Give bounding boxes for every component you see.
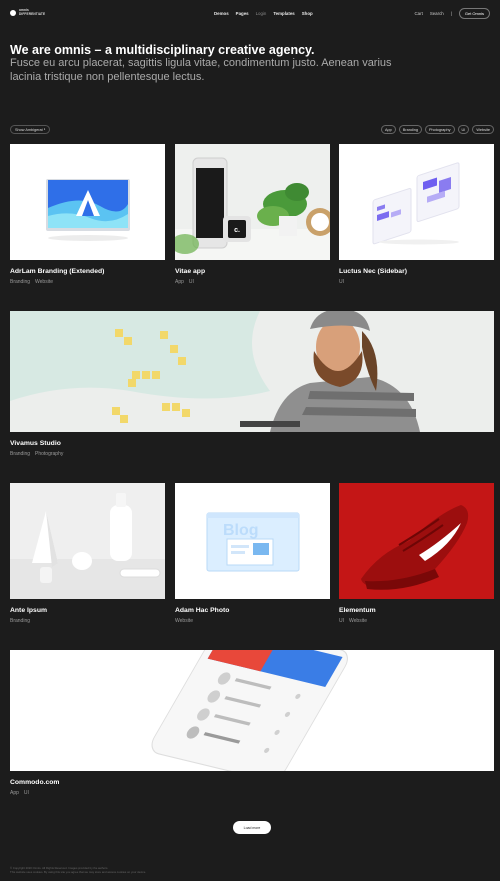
portfolio-filters: Show Ambigerat ⁵ App Branding Photograph…: [10, 125, 494, 134]
project-category[interactable]: Website: [175, 618, 193, 624]
project-thumbnail[interactable]: Blog: [175, 483, 330, 599]
ante-ipsum-image: [10, 493, 165, 599]
hero: We are omnis – a multidisciplinary creat…: [10, 43, 410, 84]
filter-branding[interactable]: Branding: [398, 125, 422, 134]
project-thumbnail[interactable]: c.: [175, 144, 330, 260]
filter-app[interactable]: App: [381, 125, 396, 134]
project-thumbnail[interactable]: [10, 483, 165, 599]
project-card[interactable]: Elementum UI Website: [339, 483, 494, 624]
project-title[interactable]: Elementum: [339, 607, 494, 614]
search-link[interactable]: Search: [430, 11, 444, 16]
project-category[interactable]: UI: [189, 279, 194, 285]
cart-link[interactable]: Cart: [415, 11, 423, 16]
project-title[interactable]: Adam Hac Photo: [175, 607, 330, 614]
header-separator: |: [450, 10, 452, 16]
project-title[interactable]: AdrLam Branding (Extended): [10, 268, 165, 275]
project-card[interactable]: Commodo.com App UI: [10, 650, 494, 796]
branding-mockup-image: [46, 179, 130, 241]
project-category[interactable]: UI: [339, 279, 344, 285]
nav-templates[interactable]: Templates: [273, 11, 294, 16]
app-mockup-image: c.: [175, 157, 330, 260]
project-category[interactable]: UI: [339, 618, 344, 624]
project-category[interactable]: UI: [24, 790, 29, 796]
project-card[interactable]: Vivamus Studio Branding Photography: [10, 311, 494, 457]
studio-photo-image: [10, 311, 494, 432]
site-footer: © Copyright 2020 Omnis. All Rights Reser…: [10, 866, 146, 874]
nav-login[interactable]: Login: [256, 11, 267, 16]
sneaker-image: [339, 483, 494, 599]
filter-website[interactable]: Website: [472, 125, 494, 134]
project-categories: UI Website: [339, 618, 494, 624]
project-card[interactable]: Ante Ipsum Branding: [10, 483, 165, 624]
project-title[interactable]: Vitae app: [175, 268, 330, 275]
project-thumbnail[interactable]: [10, 650, 494, 771]
project-categories: Branding Website: [10, 279, 165, 285]
project-category[interactable]: Website: [349, 618, 367, 624]
project-categories: App UI: [10, 790, 494, 796]
project-thumbnail[interactable]: [10, 311, 494, 432]
sidebar-mockup-image: [372, 162, 460, 245]
project-categories: Branding Photography: [10, 451, 494, 457]
project-category[interactable]: App: [10, 790, 19, 796]
svg-text:c.: c.: [234, 227, 240, 234]
filter-photography[interactable]: Photography: [424, 125, 455, 134]
project-title[interactable]: Commodo.com: [10, 779, 494, 786]
project-category[interactable]: Branding: [10, 451, 30, 457]
logo-line-2: DIFFERENTIATE: [19, 12, 46, 16]
project-category[interactable]: Branding: [10, 279, 30, 285]
phone-app-mockup-image: [151, 650, 348, 771]
project-title[interactable]: Ante Ipsum: [10, 607, 165, 614]
project-category[interactable]: Photography: [35, 451, 63, 457]
load-more-button[interactable]: Load more: [233, 821, 271, 834]
project-thumbnail[interactable]: [339, 483, 494, 599]
project-title[interactable]: Vivamus Studio: [10, 440, 494, 447]
nav-demos[interactable]: Demos: [214, 11, 229, 16]
project-category[interactable]: Website: [35, 279, 53, 285]
main-nav: Demos Pages Login Templates Shop: [214, 11, 313, 16]
filter-ui[interactable]: UI: [457, 125, 470, 134]
nav-shop[interactable]: Shop: [302, 11, 313, 16]
site-header: omnis DIFFERENTIATE Demos Pages Login Te…: [10, 7, 490, 19]
photo-site-mockup-image: Blog: [206, 512, 300, 572]
project-category[interactable]: Branding: [10, 618, 30, 624]
logo-mark-icon: [10, 10, 16, 16]
nav-pages[interactable]: Pages: [236, 11, 249, 16]
project-categories: UI: [339, 279, 494, 285]
project-card[interactable]: c. Vitae app App UI: [175, 144, 330, 285]
project-categories: Website: [175, 618, 330, 624]
project-thumbnail[interactable]: [10, 144, 165, 260]
project-card[interactable]: AdrLam Branding (Extended) Branding Webs…: [10, 144, 165, 285]
project-card[interactable]: Luctus Nec (Sidebar) UI: [339, 144, 494, 285]
project-title[interactable]: Luctus Nec (Sidebar): [339, 268, 494, 275]
project-card[interactable]: Blog Adam Hac Photo Website: [175, 483, 330, 624]
project-categories: App UI: [175, 279, 330, 285]
filter-tags: App Branding Photography UI Website: [381, 125, 494, 134]
hero-title: We are omnis – a multidisciplinary creat…: [10, 43, 315, 57]
svg-text:Blog: Blog: [223, 522, 259, 539]
project-thumbnail[interactable]: [339, 144, 494, 260]
hero-subtitle: Fusce eu arcu placerat, sagittis ligula …: [10, 57, 392, 83]
get-omnis-button[interactable]: Get Omnis: [458, 7, 490, 19]
logo[interactable]: omnis DIFFERENTIATE: [10, 9, 45, 16]
project-category[interactable]: App: [175, 279, 184, 285]
cookie-notice-text: This website uses cookies. By using this…: [10, 870, 147, 874]
project-categories: Branding: [10, 618, 165, 624]
show-all-filter[interactable]: Show Ambigerat ⁵: [10, 125, 51, 134]
header-actions: Cart Search | Get Omnis: [415, 7, 490, 19]
